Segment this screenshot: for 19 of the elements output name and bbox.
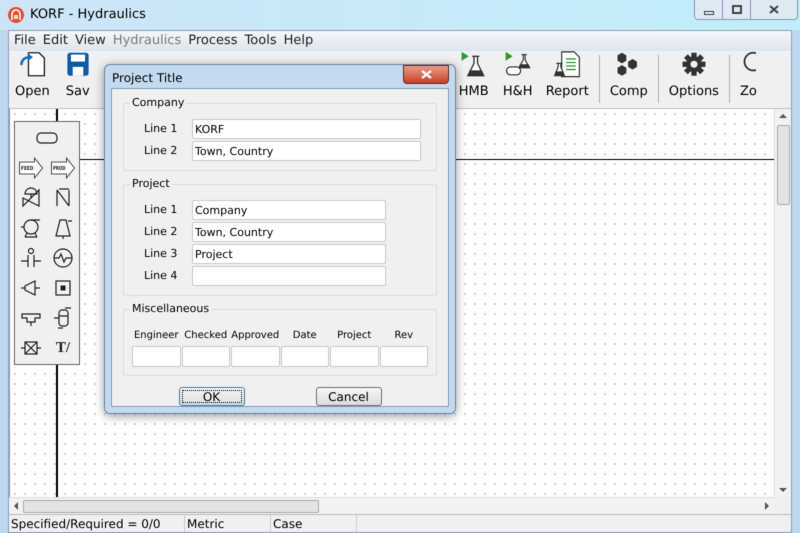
column-header: Checked <box>183 329 228 343</box>
column-header: Rev <box>393 329 414 343</box>
column-header: Date <box>292 329 318 343</box>
column-header: Project <box>336 329 372 343</box>
field-label: Line 1 <box>143 120 178 137</box>
status-text: Specified/Required = 0/0 <box>9 515 185 532</box>
dialog-title: Project Title <box>112 70 183 86</box>
group-title: Company <box>130 96 186 110</box>
group-title: Project <box>130 177 172 191</box>
column-header: Approved <box>231 329 280 343</box>
field-label: Line 2 <box>143 142 178 159</box>
field-label: Line 1 <box>143 202 178 218</box>
status-text: Case <box>271 515 357 532</box>
field-label: Line 2 <box>143 224 178 240</box>
column-header: Engineer <box>132 329 180 343</box>
window-title: KORF - Hydraulics <box>30 6 146 24</box>
field-label: Line 3 <box>143 246 178 262</box>
status-text: Metric <box>185 515 271 532</box>
field-label: Line 4 <box>143 268 178 284</box>
